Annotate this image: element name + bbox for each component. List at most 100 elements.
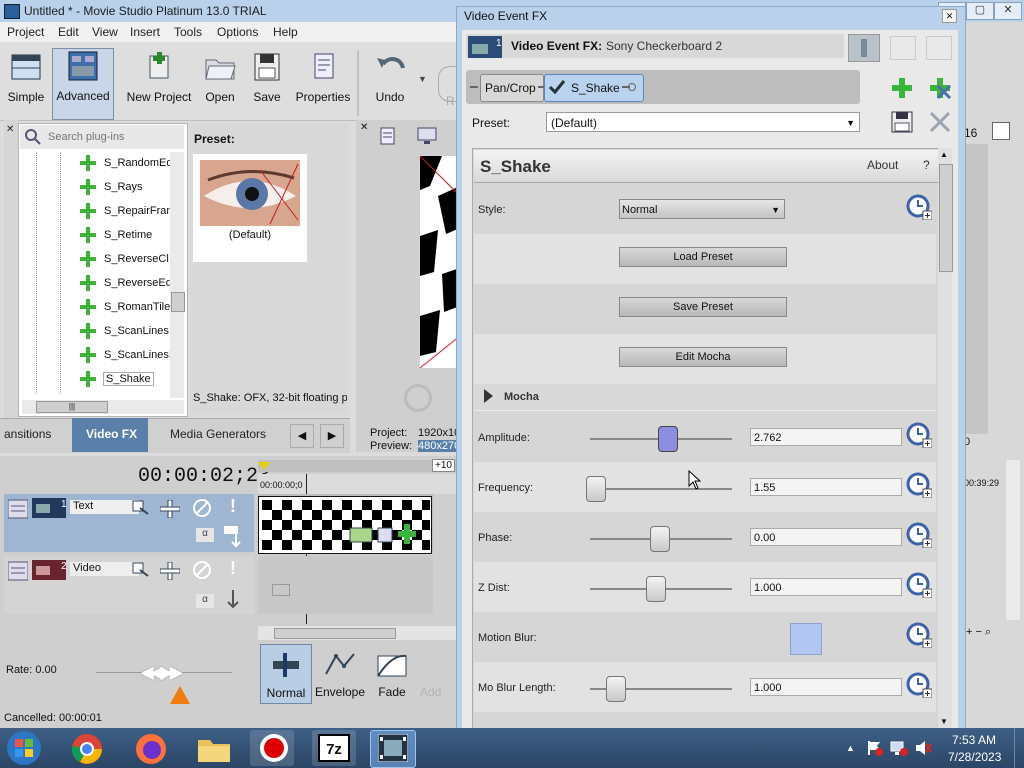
advanced-view-button[interactable]: Advanced (52, 48, 114, 120)
properties-button[interactable]: Properties (294, 50, 352, 120)
preview-device-icon[interactable] (416, 126, 438, 146)
amplitude-value[interactable]: 2.762 (750, 428, 902, 446)
normal-edit-tool-button[interactable]: Normal (260, 644, 312, 704)
plugin-item[interactable]: S_RomanTile (58, 296, 170, 320)
animate-clock-icon[interactable] (906, 422, 932, 448)
track-header-2[interactable]: 2 Video ! α (4, 556, 254, 614)
tab-transitions[interactable]: ansitions (4, 427, 51, 441)
plugin-list-hscrollbar[interactable]: ||| (22, 400, 184, 414)
save-button[interactable]: Save (248, 50, 286, 120)
maximize-button[interactable]: ▢ (966, 2, 994, 20)
plugin-item[interactable]: S_RandomEd (58, 152, 170, 176)
mute-track-icon[interactable] (192, 498, 212, 518)
dock-close-icon[interactable]: ✕ (6, 124, 14, 135)
track-expand-icon[interactable] (8, 498, 28, 520)
volume-muted-icon[interactable] (914, 740, 932, 756)
undo-dropdown-icon[interactable]: ▼ (418, 74, 427, 84)
frequency-slider-track[interactable] (590, 488, 732, 490)
style-dropdown[interactable]: Normal ▼ (619, 199, 785, 219)
mute-track-icon[interactable] (192, 560, 212, 580)
load-preset-button[interactable]: Load Preset (619, 247, 787, 267)
plugin-search-box[interactable] (20, 125, 184, 149)
chain-item-pan-crop[interactable]: Pan/Crop (480, 74, 544, 102)
tabs-scroll-right-button[interactable]: ▶ (320, 424, 344, 448)
menu-help[interactable]: Help (273, 25, 298, 39)
rate-pointer-icon[interactable] (170, 686, 190, 704)
fx-bypass-toggle[interactable] (848, 34, 880, 62)
mo-blur-length-slider-thumb[interactable] (606, 676, 626, 702)
hscrollbar-thumb[interactable] (274, 628, 396, 639)
checkerboard-event-clip[interactable] (258, 496, 432, 554)
chrome-icon[interactable] (70, 732, 104, 766)
expand-triangle-icon[interactable] (484, 389, 493, 403)
track-name[interactable]: Text (70, 500, 139, 514)
track-motion-icon[interactable] (132, 500, 150, 516)
show-hidden-icons[interactable]: ▲ (846, 743, 855, 753)
track-fx-icon[interactable] (160, 562, 180, 580)
zoom-controls[interactable]: + − ⌕ (966, 626, 1018, 640)
phase-value[interactable]: 0.00 (750, 528, 902, 546)
fx-nav-disabled-1[interactable] (890, 36, 916, 60)
timeline-marker-bar[interactable] (258, 460, 458, 472)
preview-close-icon[interactable]: ✕ (360, 122, 368, 133)
menu-insert[interactable]: Insert (130, 25, 160, 39)
solo-track-icon[interactable]: ! (230, 496, 236, 517)
make-compositing-child-icon[interactable] (222, 524, 244, 548)
track-fx-icon[interactable] (160, 500, 180, 518)
menu-options[interactable]: Options (217, 25, 258, 39)
animate-clock-icon[interactable] (906, 472, 932, 498)
simple-view-button[interactable]: Simple (4, 50, 48, 120)
plugin-item-selected[interactable]: S_Shake (58, 368, 170, 392)
animate-clock-icon[interactable] (906, 572, 932, 598)
menu-edit[interactable]: Edit (58, 25, 79, 39)
rate-shuttle-icon[interactable]: ◀◀▶▶ (140, 662, 183, 683)
motion-blur-checkbox[interactable] (790, 623, 822, 655)
network-icon[interactable] (890, 740, 908, 756)
start-button-icon[interactable] (4, 729, 44, 767)
plugin-search-input[interactable] (46, 128, 180, 146)
checkmark-icon[interactable] (548, 78, 566, 96)
mo-blur-length-value[interactable]: 1.000 (750, 678, 902, 696)
save-preset-button[interactable]: Save Preset (619, 297, 787, 317)
animate-clock-icon[interactable] (906, 672, 932, 698)
plugin-item[interactable]: S_ScanLines (58, 320, 170, 344)
frequency-slider-thumb[interactable] (586, 476, 606, 502)
make-compositing-child-icon[interactable] (222, 588, 244, 612)
add-tool-button[interactable]: Add (420, 644, 456, 702)
animate-clock-icon[interactable] (906, 622, 932, 648)
track-header-1[interactable]: 1 Text ! α (4, 494, 254, 552)
track-motion-icon[interactable] (132, 562, 150, 578)
fx-scrollbar-thumb[interactable] (939, 164, 953, 272)
save-preset-icon[interactable] (890, 110, 914, 134)
fx-preset-dropdown[interactable]: (Default) ▼ (546, 112, 860, 132)
preset-thumbnail[interactable]: (Default) (193, 154, 307, 262)
animate-clock-icon[interactable] (906, 522, 932, 548)
show-desktop-button[interactable] (1014, 728, 1024, 768)
phase-slider-thumb[interactable] (650, 526, 670, 552)
scroll-down-icon[interactable]: ▼ (940, 717, 948, 726)
menu-tools[interactable]: Tools (174, 25, 202, 39)
plugin-item[interactable]: S_ScanLinesI (58, 344, 170, 368)
open-button[interactable]: Open (200, 50, 240, 120)
clock-date[interactable]: 7/28/2023 (948, 750, 1001, 764)
clock-time[interactable]: 7:53 AM (952, 733, 996, 747)
undo-button[interactable]: Undo (370, 50, 410, 120)
plugin-item[interactable]: S_Rays (58, 176, 170, 200)
menu-project[interactable]: Project (7, 25, 44, 39)
new-project-button[interactable]: New Project (124, 50, 194, 120)
right-vscrollbar[interactable] (1006, 460, 1020, 620)
timeline-hscrollbar[interactable] (258, 626, 458, 640)
tab-media-generators[interactable]: Media Generators (170, 427, 266, 441)
plugin-item[interactable]: S_ReverseCl (58, 248, 170, 272)
compositing-alpha-icon[interactable]: α (196, 528, 214, 542)
envelope-tool-button[interactable]: Envelope (314, 644, 366, 702)
edit-mocha-button[interactable]: Edit Mocha (619, 347, 787, 367)
fx-dialog-close-button[interactable]: ✕ (942, 9, 957, 23)
amplitude-slider-thumb[interactable] (658, 426, 678, 452)
about-link[interactable]: About (867, 158, 898, 172)
right-strip-properties-icon[interactable] (992, 122, 1010, 140)
plugin-item[interactable]: S_RepairFran (58, 200, 170, 224)
close-button[interactable]: ✕ (994, 2, 1022, 20)
mocha-section-header[interactable] (474, 384, 936, 411)
track-name[interactable]: Video (70, 562, 139, 576)
